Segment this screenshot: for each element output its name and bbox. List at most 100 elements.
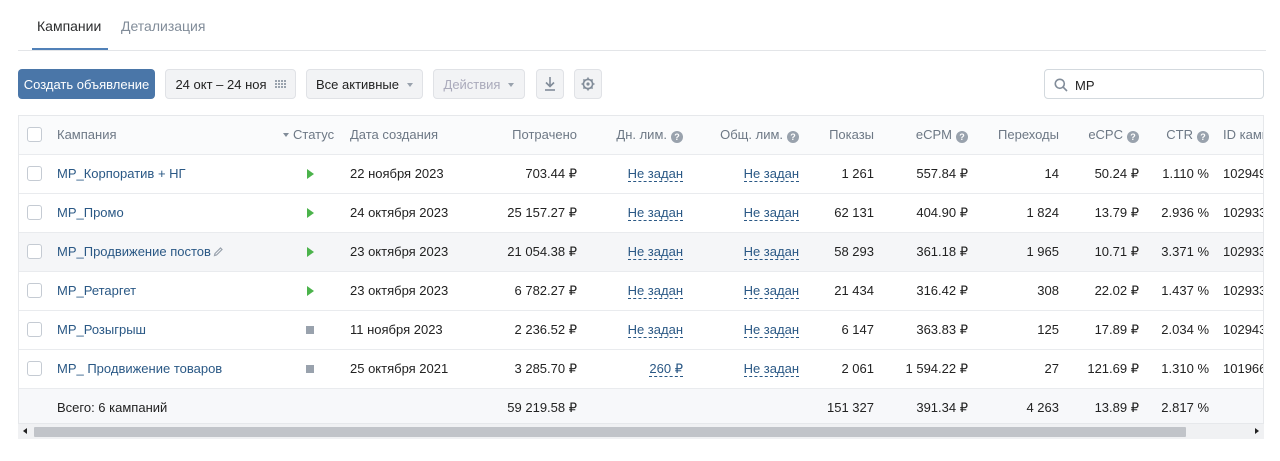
campaign-name-link[interactable]: МР_Корпоратив + НГ [57,155,186,193]
header-impressions[interactable]: Показы [829,116,874,154]
daily-limit-link[interactable]: Не задан [627,245,683,260]
status-filter-dropdown[interactable]: Все активные [306,69,423,99]
clicks-value: 27 [1044,361,1059,376]
daily-limit-link[interactable]: Не задан [627,323,683,338]
date-range-picker[interactable]: 24 окт – 24 ноя [165,69,296,99]
help-icon[interactable]: ? [1197,131,1209,143]
header-status[interactable]: Статус [283,116,334,154]
campaign-id: 102943 [1223,322,1264,337]
spent-value: 703.44 ₽ [525,166,577,181]
table-row[interactable]: МР_Ретаргет 23 октября 2023 6 782.27 ₽ Не з… [19,272,1263,311]
clicks-value: 125 [1037,322,1059,337]
search-field[interactable]: МР [1044,69,1264,99]
spent-value: 3 285.70 ₽ [514,361,578,376]
toolbar: Создать объявление 24 окт – 24 ноя Все а… [18,69,1264,99]
table-row[interactable]: МР_ Продвижение товаров 25 октября 2021 3 … [19,350,1263,389]
calendar-icon [274,80,286,88]
clicks-value: 308 [1037,283,1059,298]
row-checkbox[interactable] [27,322,42,337]
header-daily-limit[interactable]: Дн. лим.? [616,116,683,154]
ecpc-value: 50.24 ₽ [1094,166,1139,181]
header-spent[interactable]: Потрачено [512,116,577,154]
ctr-value: 2.936 % [1161,205,1209,220]
play-icon[interactable] [307,286,314,296]
search-input[interactable]: МР [1075,78,1095,93]
totals-spent: 59 219.58 ₽ [507,400,577,415]
spent-value: 6 782.27 ₽ [514,283,578,298]
daily-limit-link[interactable]: Не задан [627,206,683,221]
select-all-checkbox[interactable] [27,127,42,142]
campaign-name-link[interactable]: МР_Продвижение постов [57,233,211,271]
create-ad-label: Создать объявление [23,76,150,92]
total-limit-link[interactable]: Не задан [743,362,799,377]
daily-limit-link[interactable]: Не задан [627,284,683,299]
row-checkbox[interactable] [27,244,42,259]
play-icon[interactable] [307,208,314,218]
campaign-name-link[interactable]: МР_ Продвижение товаров [57,350,222,388]
header-id[interactable]: ID камп [1223,116,1263,154]
campaign-name-link[interactable]: МР_Промо [57,194,124,232]
table-row[interactable]: МР_Розыгрыш 11 ноября 2023 2 236.52 ₽ Не за… [19,311,1264,350]
created-date: 23 октября 2023 [350,244,449,259]
total-limit-cell: Не задан [743,350,799,388]
ecpm-value: 361.18 ₽ [916,244,968,259]
totals-ecpm: 391.34 ₽ [916,400,968,415]
total-limit-link[interactable]: Не задан [743,206,799,221]
header-ecpc[interactable]: eCPC? [1088,116,1139,154]
actions-dropdown[interactable]: Действия [433,69,525,99]
download-button[interactable] [536,69,564,99]
row-checkbox[interactable] [27,205,42,220]
header-total-limit[interactable]: Общ. лим.? [720,116,799,154]
play-icon[interactable] [307,169,314,179]
scroll-left-icon[interactable] [23,428,27,434]
stop-icon[interactable] [306,365,314,373]
row-checkbox[interactable] [27,283,42,298]
row-checkbox[interactable] [27,166,42,181]
create-ad-button[interactable]: Создать объявление [18,69,155,99]
ecpm-value: 363.83 ₽ [916,322,968,337]
help-icon[interactable]: ? [1127,131,1139,143]
table-row[interactable]: МР_Промо 24 октября 2023 25 157.27 ₽ Не зад… [19,194,1264,233]
settings-button[interactable] [574,69,602,99]
header-campaign[interactable]: Кампания [57,116,117,154]
impressions-value: 1 261 [841,166,874,181]
campaign-id: 102933 [1223,205,1264,220]
campaign-name-link[interactable]: МР_Ретаргет [57,272,136,310]
help-icon[interactable]: ? [787,131,799,143]
edit-icon[interactable] [213,246,224,257]
horizontal-scrollbar[interactable] [18,423,1264,439]
daily-limit-cell: Не задан [627,194,683,232]
header-ctr[interactable]: CTR? [1166,116,1209,154]
campaigns-table: Кампания Статус Дата создания Потрачено … [18,115,1264,439]
header-ecpm[interactable]: eCPM? [916,116,968,154]
campaign-name-link[interactable]: МР_Розыгрыш [57,311,146,349]
header-created[interactable]: Дата создания [350,116,438,154]
total-limit-link[interactable]: Не задан [743,284,799,299]
stop-icon[interactable] [306,326,314,334]
spent-value: 2 236.52 ₽ [514,322,578,337]
tab-details[interactable]: Детализация [121,18,205,34]
row-checkbox[interactable] [27,361,42,376]
scroll-thumb[interactable] [34,427,1186,437]
total-limit-link[interactable]: Не задан [743,167,799,182]
status-filter-label: Все активные [316,76,399,92]
help-icon[interactable]: ? [956,131,968,143]
sort-desc-icon [283,133,289,137]
total-limit-link[interactable]: Не задан [743,323,799,338]
daily-limit-cell: Не задан [627,233,683,271]
table-row[interactable]: МР_Корпоратив + НГ 22 ноября 2023 703.44 ₽… [19,155,1263,194]
total-limit-cell: Не задан [743,311,799,349]
impressions-value: 2 061 [841,361,874,376]
tab-campaigns[interactable]: Кампании [37,18,101,34]
spent-value: 21 054.38 ₽ [507,244,577,259]
play-icon[interactable] [307,247,314,257]
ecpm-value: 557.84 ₽ [916,166,968,181]
scroll-right-icon[interactable] [1255,428,1259,434]
table-row[interactable]: МР_Продвижение постов 23 октября 2023 21 0… [19,233,1263,272]
header-clicks[interactable]: Переходы [998,116,1059,154]
ctr-value: 1.310 % [1161,361,1209,376]
total-limit-link[interactable]: Не задан [743,245,799,260]
help-icon[interactable]: ? [671,131,683,143]
daily-limit-link[interactable]: 260 ₽ [649,362,683,377]
daily-limit-link[interactable]: Не задан [627,167,683,182]
